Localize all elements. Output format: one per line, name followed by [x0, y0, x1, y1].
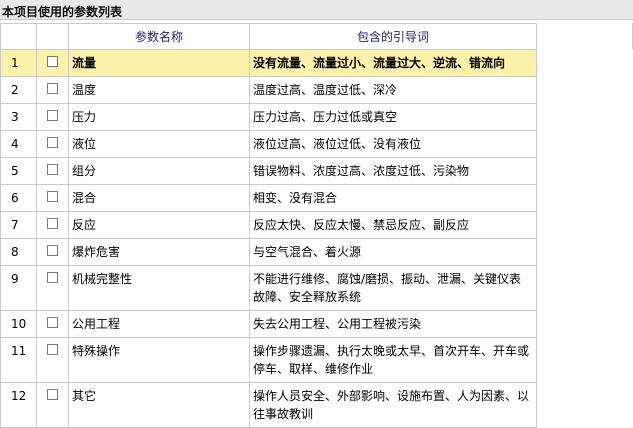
row-checkbox[interactable]: [47, 137, 58, 148]
guide-words: 反应太快、反应太慢、禁忌反应、副反应: [249, 211, 537, 239]
row-number: 9: [0, 265, 37, 311]
row-checkbox[interactable]: [47, 83, 58, 94]
panel-title: 本项目使用的参数列表: [2, 5, 123, 19]
table-row[interactable]: 3 压力 压力过高、压力过低或真空: [0, 103, 537, 131]
table-header-row: 参数名称 包含的引导词: [0, 23, 537, 50]
row-checkbox[interactable]: [47, 191, 58, 202]
guide-words: 错误物料、浓度过高、浓度过低、污染物: [249, 157, 537, 185]
param-name: 压力: [68, 103, 250, 131]
header-num: [0, 23, 37, 50]
param-name: 爆炸危害: [68, 238, 250, 266]
guide-words: 不能进行维修、腐蚀/磨损、振动、泄漏、关键仪表故障、安全释放系统: [249, 265, 537, 311]
table-row[interactable]: 1 流量 没有流量、流量过小、流量过大、逆流、错流向: [0, 49, 537, 77]
row-number: 3: [0, 103, 37, 131]
param-name: 公用工程: [68, 310, 250, 338]
row-number: 8: [0, 238, 37, 266]
param-name: 液位: [68, 130, 250, 158]
row-checkbox[interactable]: [47, 344, 58, 355]
guide-words: 操作步骤遗漏、执行太晚或太早、首次开车、开车或停车、取样、维修作业: [249, 337, 537, 383]
row-checkbox[interactable]: [47, 272, 58, 283]
row-number: 1: [0, 49, 37, 77]
table-row[interactable]: 11 特殊操作 操作步骤遗漏、执行太晚或太早、首次开车、开车或停车、取样、维修作…: [0, 337, 537, 383]
parameter-table: 参数名称 包含的引导词 1 流量 没有流量、流量过小、流量过大、逆流、错流向 2…: [0, 23, 537, 428]
param-name: 其它: [68, 382, 250, 428]
table-row[interactable]: 10 公用工程 失去公用工程、公用工程被污染: [0, 310, 537, 338]
row-number: 11: [0, 337, 37, 383]
header-param-name[interactable]: 参数名称: [68, 23, 250, 50]
table-row[interactable]: 12 其它 操作人员安全、外部影响、设施布置、人为因素、以往事故教训: [0, 382, 537, 428]
param-name: 流量: [68, 49, 250, 77]
param-name: 混合: [68, 184, 250, 212]
guide-words: 温度过高、温度过低、深冷: [249, 76, 537, 104]
guide-words: 失去公用工程、公用工程被污染: [249, 310, 537, 338]
parameter-table-container: 参数名称 包含的引导词 1 流量 没有流量、流量过小、流量过大、逆流、错流向 2…: [0, 23, 537, 428]
guide-words: 与空气混合、着火源: [249, 238, 537, 266]
guide-words: 压力过高、压力过低或真空: [249, 103, 537, 131]
table-row[interactable]: 2 温度 温度过高、温度过低、深冷: [0, 76, 537, 104]
param-name: 组分: [68, 157, 250, 185]
guide-words: 相变、没有混合: [249, 184, 537, 212]
row-checkbox[interactable]: [47, 245, 58, 256]
panel-title-bar: 本项目使用的参数列表: [0, 0, 633, 20]
row-checkbox[interactable]: [47, 218, 58, 229]
row-checkbox[interactable]: [47, 317, 58, 328]
row-number: 4: [0, 130, 37, 158]
table-row[interactable]: 6 混合 相变、没有混合: [0, 184, 537, 212]
guide-words: 没有流量、流量过小、流量过大、逆流、错流向: [249, 49, 537, 77]
header-guide-words[interactable]: 包含的引导词: [249, 23, 537, 50]
row-number: 2: [0, 76, 37, 104]
row-number: 10: [0, 310, 37, 338]
row-checkbox[interactable]: [47, 164, 58, 175]
row-number: 7: [0, 211, 37, 239]
param-name: 机械完整性: [68, 265, 250, 311]
guide-words: 液位过高、液位过低、没有液位: [249, 130, 537, 158]
table-row[interactable]: 4 液位 液位过高、液位过低、没有液位: [0, 130, 537, 158]
row-checkbox[interactable]: [47, 56, 58, 67]
row-checkbox[interactable]: [47, 110, 58, 121]
table-row[interactable]: 8 爆炸危害 与空气混合、着火源: [0, 238, 537, 266]
param-name: 特殊操作: [68, 337, 250, 383]
header-check: [36, 23, 69, 50]
table-row[interactable]: 7 反应 反应太快、反应太慢、禁忌反应、副反应: [0, 211, 537, 239]
row-number: 12: [0, 382, 37, 428]
row-checkbox[interactable]: [47, 389, 58, 400]
row-number: 5: [0, 157, 37, 185]
table-row[interactable]: 9 机械完整性 不能进行维修、腐蚀/磨损、振动、泄漏、关键仪表故障、安全释放系统: [0, 265, 537, 311]
row-number: 6: [0, 184, 37, 212]
table-row[interactable]: 5 组分 错误物料、浓度过高、浓度过低、污染物: [0, 157, 537, 185]
param-name: 反应: [68, 211, 250, 239]
guide-words: 操作人员安全、外部影响、设施布置、人为因素、以往事故教训: [249, 382, 537, 428]
param-name: 温度: [68, 76, 250, 104]
